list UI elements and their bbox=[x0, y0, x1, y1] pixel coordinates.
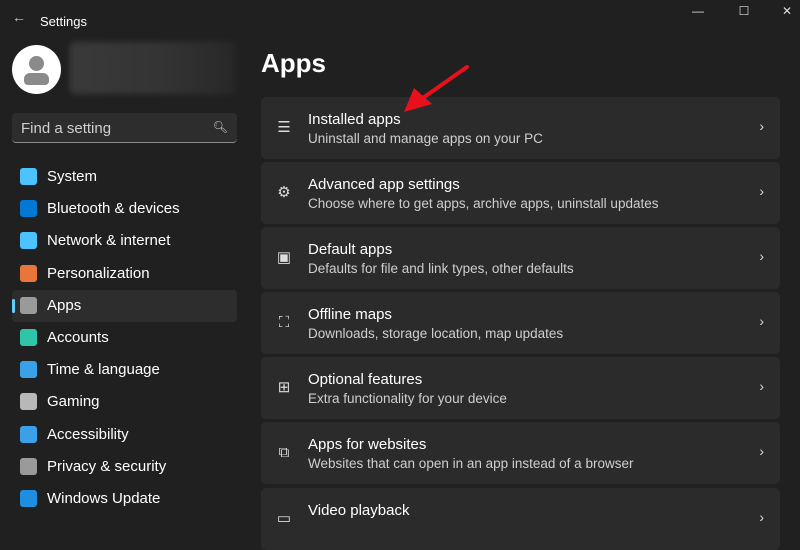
red-arrow-annotation bbox=[404, 65, 469, 112]
